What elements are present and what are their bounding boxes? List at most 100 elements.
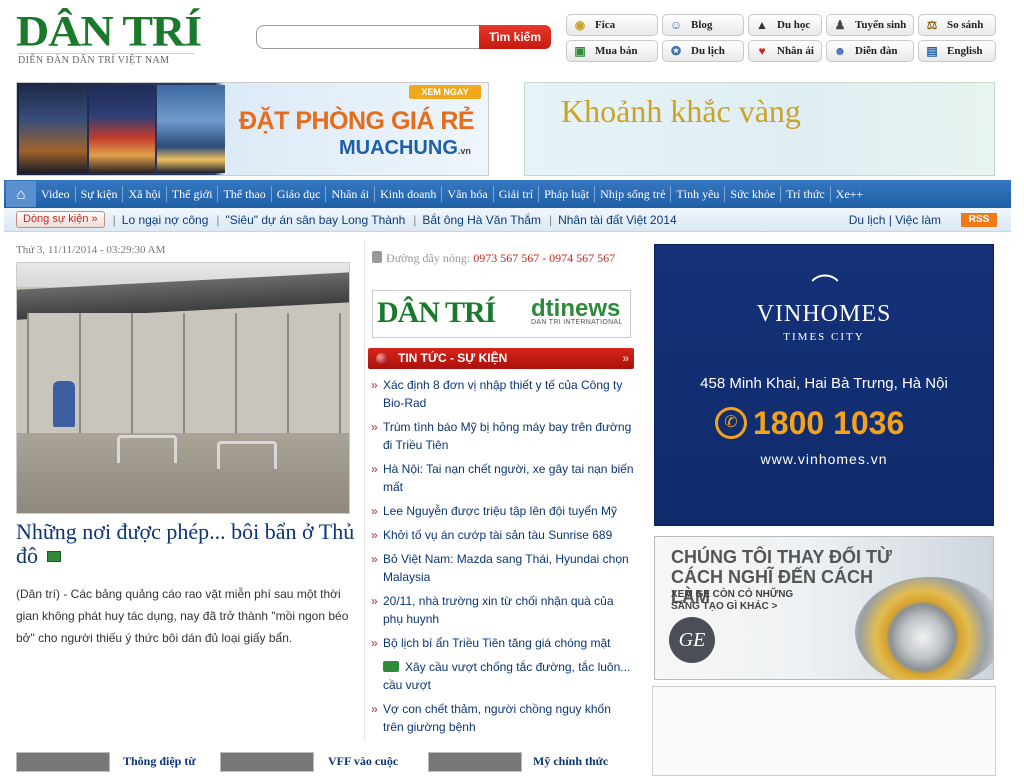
nav-item-giai-tri[interactable]: Giải trí (492, 186, 538, 202)
home-icon[interactable]: ⌂ (6, 181, 36, 207)
quick-link-nhan-ai[interactable]: ♥ Nhân ái (748, 40, 822, 62)
vinhomes-ad[interactable]: ⌒ VINHOMES TIMES CITY 458 Minh Khai, Hai… (654, 244, 994, 526)
dantri-logo[interactable]: DÂN TRÍ (377, 296, 496, 330)
graduation-cap-icon: ▲ (756, 17, 768, 32)
nav-item-giao-duc[interactable]: Giáo dục (270, 186, 326, 202)
banner-headline: ĐẶT PHÒNG GIÁ RẺ (239, 107, 475, 135)
hot-topic-link[interactable]: Lo ngại nợ công (113, 213, 209, 227)
viec-lam-link[interactable]: Việc làm (895, 213, 941, 227)
du-lich-link[interactable]: Du lịch (849, 213, 886, 227)
dtinews-logo[interactable]: dtinews DAN TRI INTERNATIONAL (531, 295, 623, 326)
main-nav: ⌂ Video Sự kiện Xã hội Thế giới Thể thao… (4, 180, 1011, 208)
nav-item-xe[interactable]: Xe++ (829, 186, 869, 202)
hot-topic-link[interactable]: Nhân tài đất Việt 2014 (549, 213, 677, 227)
vinhomes-brand: VINHOMES (756, 301, 892, 327)
shopping-icon: ▣ (574, 43, 586, 58)
quick-link-blog[interactable]: ☺ Blog (662, 14, 744, 36)
sub-story-thumb[interactable] (16, 752, 110, 772)
nav-item-nhan-ai[interactable]: Nhân ái (325, 186, 374, 202)
site-tagline: DIỄN ĐÀN DÂN TRÍ VIỆT NAM (18, 53, 194, 66)
sub-story-title[interactable]: VFF vào cuộc (328, 754, 398, 769)
users-icon: ☺ (669, 17, 683, 32)
hot-topic-link[interactable]: "Siêu" dự án sân bay Long Thành (216, 213, 406, 227)
news-item[interactable]: Bỏ Việt Nam: Mazda sang Thái, Hyundai ch… (370, 550, 634, 586)
sub-story-title[interactable]: Mỹ chính thức (533, 754, 608, 769)
news-item[interactable]: Bộ lịch bí ẩn Triều Tiên tăng giá chóng … (370, 634, 634, 652)
phone-icon (372, 251, 382, 263)
photo-gallery-icon (46, 551, 61, 562)
news-item[interactable]: Hà Nội: Tai nạn chết người, xe gây tai n… (370, 460, 634, 496)
coins-icon: ◉ (574, 17, 586, 32)
vinhomes-bird-icon: ⌒ (810, 273, 839, 304)
banner-photo-3 (157, 85, 225, 173)
nav-item-tri-thuc[interactable]: Trí thức (780, 186, 829, 202)
hotline-numbers: 0973 567 567 - 0974 567 567 (473, 251, 616, 265)
phone-icon: ✆ (715, 407, 747, 439)
search-input[interactable] (256, 25, 480, 49)
column-divider (364, 240, 365, 740)
quick-link-label: Du lịch (691, 45, 725, 57)
quick-link-du-lich[interactable]: ✪ Du lịch (662, 40, 744, 62)
hotline: Đường dây nóng: 0973 567 567 - 0974 567 … (372, 244, 634, 272)
rss-button[interactable]: RSS (961, 213, 997, 227)
quick-link-fica[interactable]: ◉ Fica (566, 14, 658, 36)
lead-story-title[interactable]: Những nơi được phép... bôi bẩn ở Thủ đô (16, 520, 356, 568)
news-item[interactable]: Xác định 8 đơn vị nhập thiết y tế của Cô… (370, 376, 634, 412)
news-item[interactable]: Xây cầu vượt chống tắc đường, tắc luôn..… (370, 658, 634, 694)
quick-link-english[interactable]: ▤ English (918, 40, 996, 62)
quick-link-tuyen-sinh[interactable]: ♟ Tuyển sinh (826, 14, 914, 36)
banner-right-headline: Khoảnh khắc vàng (561, 93, 801, 129)
quick-link-so-sanh[interactable]: ⚖ So sánh (918, 14, 996, 36)
scales-icon: ⚖ (926, 17, 938, 32)
nav-item-the-gioi[interactable]: Thế giới (165, 186, 218, 202)
muachung-banner[interactable]: XEM NGAY ĐẶT PHÒNG GIÁ RẺ MUACHUNG.vn (16, 82, 489, 176)
news-list: Xác định 8 đơn vị nhập thiết y tế của Cô… (370, 376, 634, 742)
sub-story-thumb[interactable] (220, 752, 314, 772)
quick-link-label: English (947, 45, 983, 57)
nav-item-the-thao[interactable]: Thể thao (217, 186, 270, 202)
dong-su-kien-label[interactable]: Dòng sự kiện » (16, 211, 105, 228)
news-item[interactable]: Vợ con chết thảm, người chồng nguy khốn … (370, 700, 634, 736)
ge-logo: GE (669, 617, 715, 663)
double-chevron-icon: » (622, 351, 629, 365)
photo-bench (217, 441, 277, 469)
quick-link-mua-ban[interactable]: ▣ Mua bán (566, 40, 658, 62)
news-item[interactable]: Trùm tình báo Mỹ bị hỏng máy bay trên đư… (370, 418, 634, 454)
photo-sidewalk (17, 433, 349, 513)
ge-ad[interactable]: CHÚNG TÔI THAY ĐỔI TỪ CÁCH NGHĨ ĐẾN CÁCH… (654, 536, 994, 680)
quick-link-label: Nhân ái (777, 45, 814, 57)
nav-item-van-hoa[interactable]: Văn hóa (441, 186, 492, 202)
vinhomes-address: 458 Minh Khai, Hai Bà Trưng, Hà Nội (700, 375, 948, 392)
banner-cta[interactable]: XEM NGAY (409, 85, 481, 99)
search-button[interactable]: Tìm kiếm (479, 25, 551, 49)
nav-item-su-kien[interactable]: Sự kiện (74, 186, 123, 202)
hot-topics-bar: Dòng sự kiện » Lo ngại nợ công "Siêu" dự… (4, 208, 1011, 232)
quick-link-dien-dan[interactable]: ☻ Diễn đàn (826, 40, 914, 62)
section-header-tin-tuc[interactable]: TIN TỨC - SỰ KIỆN » (368, 348, 634, 369)
news-item[interactable]: 20/11, nhà trường xin từ chối nhận quà c… (370, 592, 634, 628)
current-date: Thứ 3, 11/11/2014 - 03:29:30 AM (16, 244, 166, 256)
nav-item-video[interactable]: Video (36, 186, 75, 202)
vinhomes-web: www.vinhomes.vn (760, 451, 888, 467)
quick-link-label: Du học (777, 19, 811, 31)
nav-item-kinh-doanh[interactable]: Kinh doanh (374, 186, 441, 202)
news-item-text: Xây cầu vượt chống tắc đường, tắc luôn..… (383, 660, 631, 692)
quick-link-label: So sánh (947, 19, 984, 31)
nav-item-phap-luat[interactable]: Pháp luật (538, 186, 594, 202)
lead-story-photo[interactable] (16, 262, 350, 514)
nav-item-xa-hoi[interactable]: Xã hội (122, 186, 165, 202)
news-item[interactable]: Khởi tố vụ án cướp tài sản tàu Sunrise 6… (370, 526, 634, 544)
quick-link-du-hoc[interactable]: ▲ Du học (748, 14, 822, 36)
photo-bench (117, 435, 177, 463)
nav-item-tinh-yeu[interactable]: Tình yêu (670, 186, 724, 202)
ge-cta[interactable]: XEM GE CÒN CÓ NHỮNG SÁNG TẠO GÌ KHÁC > (671, 589, 793, 613)
news-item[interactable]: Lee Nguyễn được triệu tập lên đội tuyển … (370, 502, 634, 520)
khoanh-khac-vang-banner[interactable]: Khoảnh khắc vàng (524, 82, 995, 176)
nav-item-suc-khoe[interactable]: Sức khỏe (724, 186, 780, 202)
bullet-icon (376, 353, 387, 364)
site-logo[interactable]: DÂN TRÍ (16, 9, 202, 53)
sub-story-title[interactable]: Thông điệp từ (123, 754, 196, 769)
hot-topic-link[interactable]: Bắt ông Hà Văn Thắm (413, 213, 541, 227)
nav-item-nhip-song-tre[interactable]: Nhịp sống trẻ (594, 186, 670, 202)
sub-story-thumb[interactable] (428, 752, 522, 772)
